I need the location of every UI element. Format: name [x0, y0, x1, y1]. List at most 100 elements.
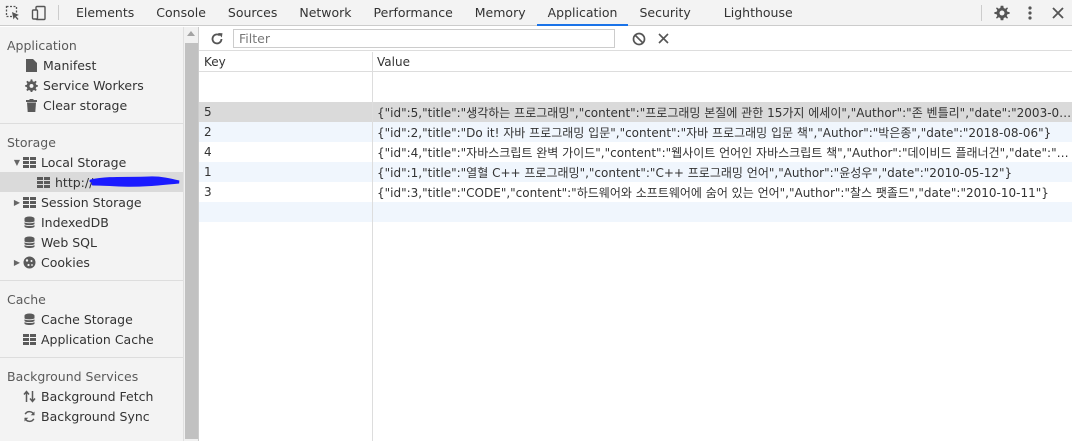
table-header-row: Key Value	[199, 52, 1072, 72]
database-icon	[22, 312, 36, 326]
inspect-element-icon[interactable]	[0, 0, 26, 25]
scrollbar-thumb[interactable]	[185, 43, 198, 439]
tab-strip: Elements Console Sources Network Perform…	[65, 0, 804, 26]
expanded-triangle-icon[interactable]: ▼	[12, 158, 22, 167]
column-divider[interactable]	[372, 52, 373, 441]
sidebar-item-label: Session Storage	[41, 194, 142, 210]
cookie-icon	[22, 255, 36, 269]
sidebar-item-local-storage[interactable]: ▼ Local Storage	[0, 152, 183, 172]
sidebar-item-label: Clear storage	[43, 97, 128, 113]
table-row[interactable]: 3 {"id":3,"title":"CODE","content":"하드웨어…	[199, 182, 1072, 202]
cell-value: {"id":5,"title":"생각하는 프로그래밍","content":"…	[377, 105, 1072, 120]
tab-lighthouse[interactable]: Lighthouse	[702, 0, 804, 25]
cell-value: {"id":3,"title":"CODE","content":"하드웨어와 …	[377, 185, 1049, 200]
tab-memory[interactable]: Memory	[464, 0, 537, 25]
sidebar-item-label: Local Storage	[41, 154, 127, 170]
arrows-updown-icon	[22, 389, 36, 403]
more-options-icon[interactable]	[1016, 6, 1044, 20]
sidebar-item-local-origin[interactable]: http://	[0, 172, 183, 192]
storage-toolbar	[199, 27, 1072, 51]
collapsed-triangle-icon[interactable]: ▶	[12, 198, 22, 207]
sidebar-item-label: Cookies	[41, 254, 90, 270]
device-toggle-icon[interactable]	[26, 0, 52, 25]
cell-key: 1	[204, 165, 212, 179]
sidebar-item-websql[interactable]: Web SQL	[0, 232, 183, 252]
sidebar-item-label: Service Workers	[43, 77, 144, 93]
sidebar-item-application-cache[interactable]: Application Cache	[0, 329, 183, 349]
gear-icon	[24, 78, 38, 92]
sidebar-item-label: Cache Storage	[41, 311, 133, 327]
section-title-application: Application	[7, 37, 77, 53]
devtools-tab-bar: Elements Console Sources Network Perform…	[0, 0, 1072, 26]
database-icon	[22, 235, 36, 249]
toolbar-divider	[981, 5, 982, 21]
sidebar-scrollbar[interactable]	[183, 27, 199, 441]
grid-icon	[22, 332, 36, 346]
origin-url-label: http://	[55, 174, 94, 190]
delete-selected-icon[interactable]	[653, 29, 673, 49]
sidebar-section-storage: Storage ▼ Local Storage http:// ▶ Sessio…	[0, 124, 183, 281]
column-header-value[interactable]: Value	[372, 55, 1072, 69]
close-devtools-icon[interactable]	[1044, 7, 1072, 19]
sync-icon	[22, 409, 36, 423]
cell-key: 4	[204, 145, 212, 159]
table-row[interactable]: 4 {"id":4,"title":"자바스크립트 완벽 가이드","conte…	[199, 142, 1072, 162]
tab-security[interactable]: Security	[628, 0, 701, 25]
sidebar-item-manifest[interactable]: Manifest	[0, 55, 183, 75]
tab-sources[interactable]: Sources	[217, 0, 288, 25]
tab-bar-actions	[975, 0, 1072, 26]
key-value-table: Key Value 5 {"id":5,"title":"생각하는 프로그래밍"…	[199, 52, 1072, 441]
table-row[interactable]: 5 {"id":5,"title":"생각하는 프로그래밍","content"…	[199, 102, 1072, 122]
sidebar-section-application: Application Manifest Service Workers Cle…	[0, 27, 183, 124]
sidebar-item-label: Background Fetch	[41, 388, 154, 404]
document-icon	[24, 58, 38, 72]
application-sidebar: Application Manifest Service Workers Cle…	[0, 27, 183, 441]
tab-elements[interactable]: Elements	[65, 0, 145, 25]
table-row[interactable]: 1 {"id":1,"title":"열혈 C++ 프로그래밍","conten…	[199, 162, 1072, 182]
redaction-scribble	[89, 176, 181, 188]
scroll-up-arrow-icon[interactable]	[187, 31, 195, 36]
sidebar-item-session-storage[interactable]: ▶ Session Storage	[0, 192, 183, 212]
table-grid-icon	[22, 195, 36, 209]
tab-console[interactable]: Console	[145, 0, 217, 25]
cell-value: {"id":1,"title":"열혈 C++ 프로그래밍","content"…	[377, 165, 1013, 180]
section-title-background-services: Background Services	[7, 368, 139, 384]
sidebar-item-background-fetch[interactable]: Background Fetch	[0, 386, 183, 406]
sidebar-item-service-workers[interactable]: Service Workers	[0, 75, 183, 95]
sidebar-item-label: IndexedDB	[41, 214, 109, 230]
sidebar-item-background-sync[interactable]: Background Sync	[0, 406, 183, 426]
sidebar-section-cache: Cache Cache Storage Application Cache	[0, 281, 183, 358]
sidebar-section-background-services: Background Services Background Fetch Bac…	[0, 358, 183, 434]
refresh-icon[interactable]	[207, 29, 227, 49]
tab-performance[interactable]: Performance	[363, 0, 464, 25]
tab-network[interactable]: Network	[288, 0, 362, 25]
clear-all-icon[interactable]	[629, 29, 649, 49]
sidebar-item-label: Application Cache	[41, 331, 154, 347]
filter-input[interactable]	[233, 29, 615, 48]
cell-key: 3	[204, 185, 212, 199]
sidebar-item-label: Background Sync	[41, 408, 150, 424]
storage-viewer-panel: Key Value 5 {"id":5,"title":"생각하는 프로그래밍"…	[199, 27, 1072, 441]
sidebar-item-indexeddb[interactable]: IndexedDB	[0, 212, 183, 232]
sidebar-item-cache-storage[interactable]: Cache Storage	[0, 309, 183, 329]
sidebar-item-label: Manifest	[43, 57, 97, 73]
sidebar-item-label: Web SQL	[41, 234, 97, 250]
column-header-key[interactable]: Key	[199, 55, 372, 69]
tab-application[interactable]: Application	[536, 0, 629, 26]
table-grid-icon	[36, 175, 50, 189]
section-title-storage: Storage	[7, 134, 56, 150]
table-empty-row[interactable]	[199, 202, 1072, 222]
database-icon	[22, 215, 36, 229]
sidebar-item-cookies[interactable]: ▶ Cookies	[0, 252, 183, 272]
settings-gear-icon[interactable]	[988, 5, 1016, 21]
section-title-cache: Cache	[7, 291, 46, 307]
sidebar-item-clear-storage[interactable]: Clear storage	[0, 95, 183, 115]
cell-key: 2	[204, 125, 212, 139]
cell-value: {"id":4,"title":"자바스크립트 완벽 가이드","content…	[377, 145, 1072, 160]
trash-icon	[24, 98, 38, 112]
cell-value: {"id":2,"title":"Do it! 자바 프로그래밍 입문","co…	[377, 125, 1052, 140]
cell-key: 5	[204, 105, 212, 119]
table-grid-icon	[22, 155, 36, 169]
table-row[interactable]: 2 {"id":2,"title":"Do it! 자바 프로그래밍 입문","…	[199, 122, 1072, 142]
collapsed-triangle-icon[interactable]: ▶	[12, 258, 22, 267]
